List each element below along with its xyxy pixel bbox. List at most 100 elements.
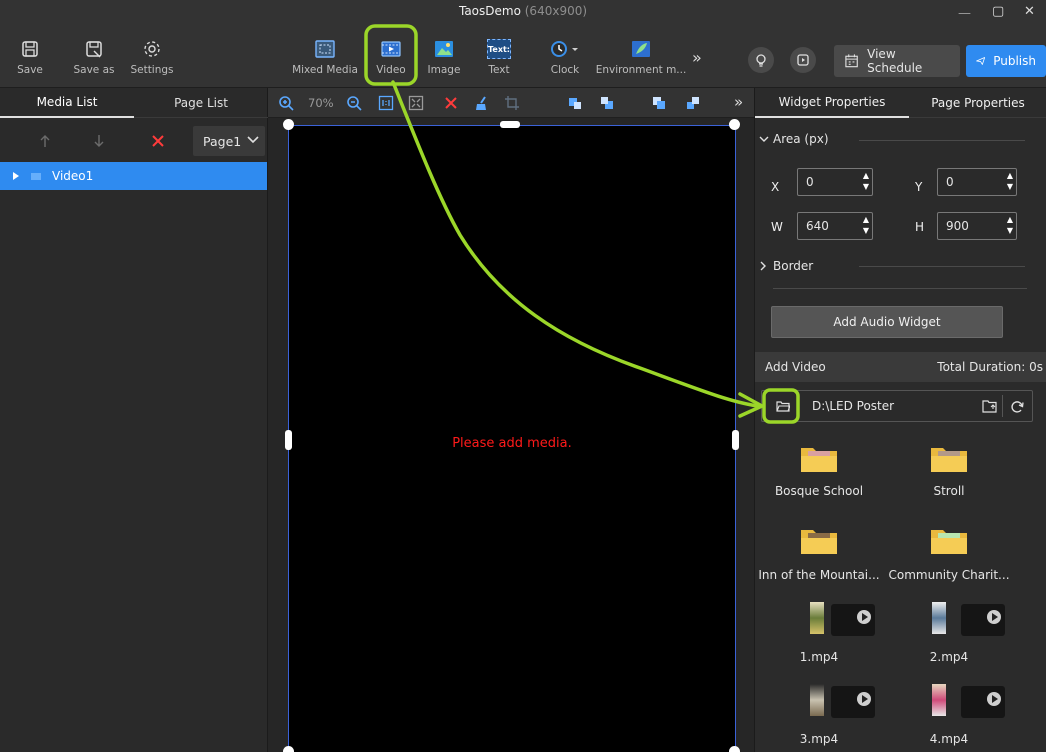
minimize-button[interactable]: — <box>958 6 971 21</box>
tab-page-properties[interactable]: Page Properties <box>909 88 1046 118</box>
folder-item[interactable]: Community Charit... <box>883 526 1015 582</box>
video-label: Video <box>376 64 406 76</box>
resize-handle-top-right[interactable] <box>729 119 740 130</box>
fit-screen-icon[interactable] <box>408 95 424 111</box>
move-down-icon[interactable] <box>92 134 106 148</box>
h-stepper[interactable]: ▲ ▼ <box>1007 215 1013 236</box>
add-audio-widget-button[interactable]: Add Audio Widget <box>771 306 1003 338</box>
save-label: Save <box>17 64 43 76</box>
video-file-item[interactable]: 2.mp4 <box>891 602 1007 664</box>
folder-item[interactable]: Stroll <box>891 444 1007 498</box>
x-stepper[interactable]: ▲ ▼ <box>863 171 869 192</box>
actual-size-icon[interactable] <box>378 95 394 111</box>
y-stepper[interactable]: ▲ ▼ <box>1007 171 1013 192</box>
border-section-title: Border <box>773 259 814 273</box>
zoom-out-icon[interactable] <box>346 95 362 111</box>
gear-icon <box>141 38 163 60</box>
folder-item[interactable]: Bosque School <box>761 444 877 498</box>
expand-arrow-icon[interactable] <box>12 171 20 181</box>
tab-media-list[interactable]: Media List <box>0 88 134 118</box>
bring-forward-icon[interactable] <box>568 96 582 110</box>
crop-icon[interactable] <box>504 95 520 111</box>
play-icon[interactable] <box>857 610 871 624</box>
y-input[interactable]: 0 ▲ ▼ <box>937 168 1017 196</box>
settings-label: Settings <box>130 64 174 76</box>
calendar-icon <box>845 54 858 68</box>
video-file-item[interactable]: 1.mp4 <box>761 602 877 664</box>
thumbnail-image <box>932 684 946 716</box>
environment-label: Environment m... <box>595 64 687 76</box>
folder-item[interactable]: Inn of the Mountai... <box>755 526 883 582</box>
resolution-label: (640x900) <box>524 4 588 18</box>
tab-widget-properties[interactable]: Widget Properties <box>755 88 909 118</box>
toolbar: TaosDemo (640x900) — ▢ ✕ Save Save as Se… <box>0 0 1046 88</box>
y-label: Y <box>915 180 923 194</box>
x-input[interactable]: 0 ▲ ▼ <box>797 168 873 196</box>
add-video-title: Add Video <box>765 360 826 374</box>
send-backward-icon[interactable] <box>600 96 614 110</box>
environment-button[interactable]: Environment m... <box>596 38 686 76</box>
folder-name: Community Charit... <box>888 568 1010 582</box>
send-to-back-icon[interactable] <box>686 96 700 110</box>
folder-up-icon[interactable] <box>982 399 998 413</box>
view-schedule-button[interactable]: View Schedule <box>834 45 960 77</box>
play-icon[interactable] <box>987 692 1001 706</box>
folder-name: Stroll <box>933 484 965 498</box>
maximize-button[interactable]: ▢ <box>992 4 1004 19</box>
thumbnail-image <box>932 602 946 634</box>
page-selector[interactable]: Page1 <box>193 126 265 156</box>
clock-button[interactable]: Clock <box>540 38 590 76</box>
resize-handle-right[interactable] <box>732 430 739 450</box>
resize-handle-top-left[interactable] <box>283 119 294 130</box>
resize-handle-bottom-left[interactable] <box>283 746 294 752</box>
resize-handle-top[interactable] <box>500 121 520 128</box>
add-video-header: Add Video Total Duration: 0s <box>755 352 1046 382</box>
canvas-more-button[interactable]: » <box>734 93 743 111</box>
zoom-in-icon[interactable] <box>278 95 294 111</box>
folder-icon <box>801 530 837 554</box>
video-file-item[interactable]: 3.mp4 <box>761 684 877 746</box>
thumbnail-image <box>810 684 824 716</box>
video-file-item[interactable]: 4.mp4 <box>891 684 1007 746</box>
list-item[interactable]: Video1 <box>0 162 267 190</box>
area-section-header[interactable]: Area (px) <box>759 132 829 146</box>
clear-brush-icon[interactable] <box>474 95 490 111</box>
delete-icon[interactable] <box>151 134 165 148</box>
publish-button[interactable]: Publish <box>966 45 1046 77</box>
video-widget-canvas[interactable]: Please add media. <box>288 125 736 752</box>
video-thumbnail <box>891 602 1007 636</box>
page-selector-value: Page1 <box>203 133 242 149</box>
zoom-level: 70% <box>308 96 334 110</box>
mixed-media-button[interactable]: Mixed Media <box>292 38 358 76</box>
tab-page-list[interactable]: Page List <box>134 88 268 118</box>
preview-button[interactable] <box>790 47 816 73</box>
video-button[interactable]: Video <box>366 38 416 76</box>
text-button[interactable]: Text: Text <box>474 38 524 76</box>
toolbar-more-button[interactable]: » <box>692 48 702 67</box>
h-input[interactable]: 900 ▲ ▼ <box>937 212 1017 240</box>
image-button[interactable]: Image <box>420 38 468 76</box>
settings-button[interactable]: Settings <box>124 38 180 76</box>
delete-widget-icon[interactable] <box>444 96 458 110</box>
w-input[interactable]: 640 ▲ ▼ <box>797 212 873 240</box>
play-icon[interactable] <box>987 610 1001 624</box>
bulb-button[interactable] <box>748 47 774 73</box>
save-as-button[interactable]: Save as <box>70 38 118 76</box>
folder-open-icon[interactable] <box>776 400 790 412</box>
border-section-header[interactable]: Border <box>759 259 813 273</box>
media-list-panel: Media List Page List Page1 Video1 <box>0 88 268 752</box>
save-button[interactable]: Save <box>8 38 52 76</box>
move-up-icon[interactable] <box>38 134 52 148</box>
refresh-icon[interactable] <box>1009 399 1025 415</box>
close-button[interactable]: ✕ <box>1024 4 1035 19</box>
save-as-label: Save as <box>73 64 115 76</box>
bring-to-front-icon[interactable] <box>652 96 666 110</box>
resize-handle-left[interactable] <box>285 430 292 450</box>
clock-label: Clock <box>550 64 580 76</box>
play-icon[interactable] <box>857 692 871 706</box>
resize-handle-bottom-right[interactable] <box>729 746 740 752</box>
h-label: H <box>915 220 925 234</box>
divider <box>1002 395 1003 417</box>
w-stepper[interactable]: ▲ ▼ <box>863 215 869 236</box>
text-label: Text <box>488 64 510 76</box>
